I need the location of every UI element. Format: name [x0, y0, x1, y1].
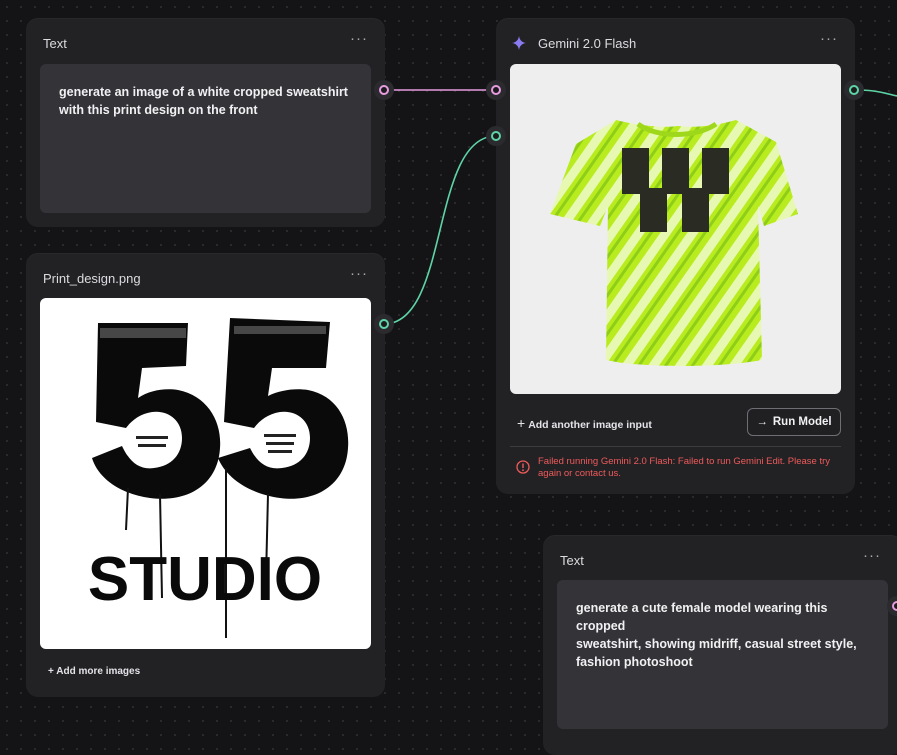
prompt-line-1: generate a cute female model wearing thi…: [576, 601, 828, 633]
text-node-top[interactable]: Text ··· generate an image of a white cr…: [26, 18, 385, 227]
divider: [510, 446, 841, 447]
more-options-icon[interactable]: ···: [820, 30, 838, 47]
gemini-output-port[interactable]: [844, 80, 864, 100]
more-options-icon[interactable]: ···: [350, 265, 368, 282]
node-title: Text: [560, 553, 584, 568]
plus-icon: +: [517, 415, 526, 431]
node-title: Text: [43, 36, 67, 51]
add-more-images-button[interactable]: + Add more images: [48, 666, 140, 677]
error-icon: [516, 460, 530, 474]
run-model-button[interactable]: → Run Model: [747, 408, 841, 436]
text-input-port[interactable]: [486, 80, 506, 100]
more-options-icon[interactable]: ···: [863, 547, 881, 564]
prompt-text-area[interactable]: generate a cute female model wearing thi…: [557, 580, 888, 729]
node-title: Print_design.png: [43, 271, 141, 286]
image-input-port[interactable]: [486, 126, 506, 146]
prompt-line-2: sweatshirt, showing midriff, casual stre…: [576, 637, 857, 669]
node-title: Gemini 2.0 Flash: [538, 36, 637, 51]
prompt-text-area[interactable]: generate an image of a white cropped swe…: [40, 64, 371, 213]
error-message: Failed running Gemini 2.0 Flash: Failed …: [538, 456, 830, 479]
text-node-bottom[interactable]: Text ··· generate a cute female model we…: [543, 535, 897, 755]
print-design-image: STUDIO: [40, 298, 371, 649]
more-options-icon[interactable]: ···: [350, 30, 368, 47]
run-model-label: Run Model: [772, 416, 832, 428]
image-output-port[interactable]: [374, 314, 394, 334]
add-image-input-button[interactable]: + Add another image input: [517, 415, 652, 431]
studio-word: STUDIO: [88, 545, 322, 614]
add-image-input-label: Add another image input: [528, 419, 652, 431]
arrow-right-icon: →: [756, 416, 768, 428]
text-output-port[interactable]: [374, 80, 394, 100]
generated-output-image: [510, 64, 841, 394]
gemini-spark-icon: [512, 36, 526, 50]
image-node-print-design[interactable]: Print_design.png ··· STUDIO + Add more i…: [26, 253, 385, 697]
image-to-gemini-edge: [383, 135, 497, 325]
